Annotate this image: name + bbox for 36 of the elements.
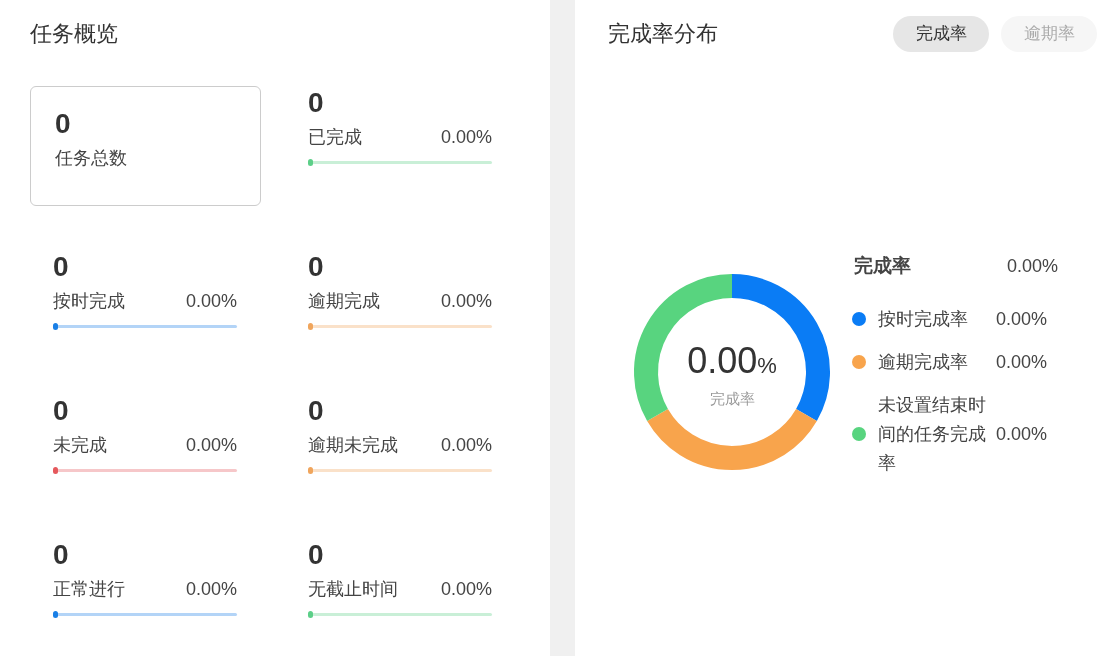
stat-label: 任务总数	[55, 147, 127, 170]
section-title: 任务概览	[30, 20, 118, 48]
stat-percent: 0.00%	[440, 434, 492, 457]
tab[interactable]: 完成率	[893, 16, 989, 52]
summary-label: 完成率	[854, 254, 911, 278]
stat-value: 0	[308, 250, 324, 284]
stat-label: 逾期完成	[308, 290, 380, 313]
legend-label: 逾期完成率	[878, 350, 969, 374]
summary-value: 0.00%	[1006, 254, 1058, 278]
stat-value: 0	[55, 107, 71, 141]
stat-percent: 0.00%	[440, 290, 492, 313]
stat-value: 0	[53, 394, 69, 428]
stat-label: 正常进行	[53, 578, 125, 601]
legend-value: 0.00%	[996, 422, 1048, 446]
section-title: 完成率分布	[608, 20, 718, 48]
stat-label: 未完成	[53, 434, 107, 457]
center-label: 完成率	[709, 388, 755, 409]
stat-percent: 0.00%	[185, 290, 237, 313]
stat-label: 已完成	[308, 126, 362, 149]
stat-percent: 0.00%	[440, 578, 492, 601]
legend-value: 0.00%	[996, 350, 1048, 374]
stat-value: 0	[53, 250, 69, 284]
legend-label: 未设置结束时间的任务完成率	[878, 393, 987, 475]
stat-label: 无截止时间	[308, 578, 398, 601]
stat-percent: 0.00%	[185, 434, 237, 457]
stat-label: 按时完成	[53, 290, 125, 313]
stat-percent: 0.00%	[440, 126, 492, 149]
stat-value: 0	[308, 394, 324, 428]
stat-label: 逾期未完成	[308, 434, 398, 457]
stat-value: 0	[308, 86, 324, 120]
stat-percent: 0.00%	[185, 578, 237, 601]
stat-value: 0	[53, 538, 69, 572]
legend-label: 按时完成率	[878, 307, 969, 331]
legend-value: 0.00%	[996, 307, 1048, 331]
stat-value: 0	[308, 538, 324, 572]
center-value: 0.00%	[687, 338, 777, 383]
